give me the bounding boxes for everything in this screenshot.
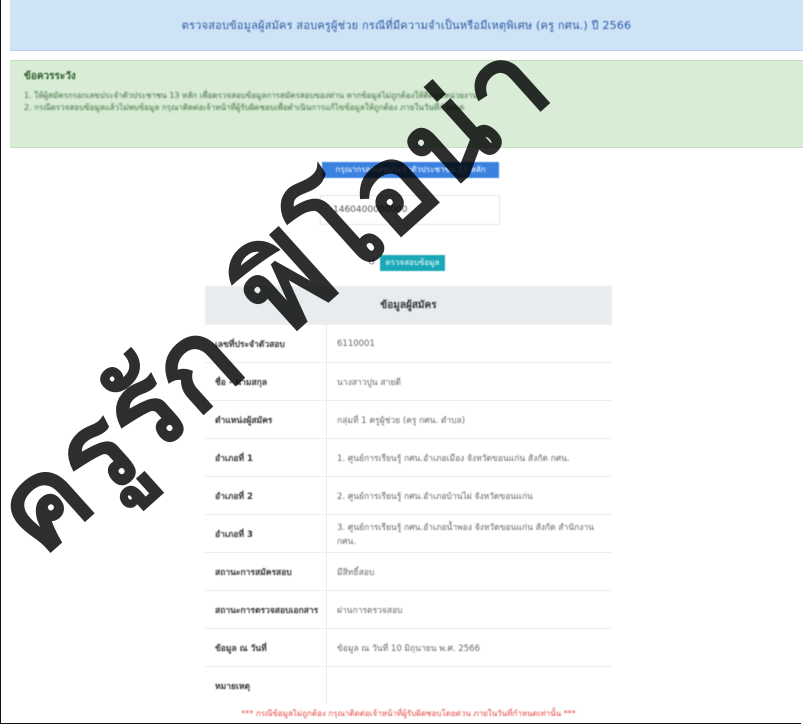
table-row: อำเภอที่ 1 1. ศูนย์การเรียนรู้ กศน.อำเภอ… xyxy=(205,438,612,477)
row-label: สถานะการตรวจสอบเอกสาร xyxy=(205,590,327,629)
row-value: ผ่านการตรวจสอบ xyxy=(326,590,612,629)
notice-panel: ข้อควรระวัง 1. ให้ผู้สมัครกรอกเลขประจำตั… xyxy=(10,60,803,148)
notice-title: ข้อควรระวัง xyxy=(24,71,76,82)
row-value: นางสาวปูน สายดี xyxy=(326,362,612,401)
table-heading: ข้อมูลผู้สมัคร xyxy=(205,286,612,325)
page-header: ตรวจสอบข้อมูลผู้สมัคร สอบครูผู้ช่วย กรณี… xyxy=(10,0,803,51)
citizen-id-input[interactable]: 1460400000000 xyxy=(320,195,500,225)
row-value: 1. ศูนย์การเรียนรู้ กศน.อำเภอเมือง จังหว… xyxy=(326,438,612,477)
row-label: อำเภอที่ 2 xyxy=(205,476,327,515)
table-header-row: ข้อมูลผู้สมัคร xyxy=(205,286,612,325)
row-label: หมายเหตุ xyxy=(205,666,327,704)
table-row: เลขที่ประจำตัวสอบ 6110001 xyxy=(205,324,612,363)
page-title: ตรวจสอบข้อมูลผู้สมัคร สอบครูผู้ช่วย กรณี… xyxy=(181,19,632,32)
table-row: สถานะการตรวจสอบเอกสาร ผ่านการตรวจสอบ xyxy=(205,590,612,629)
table-row: ชื่อ - นามสกุล นางสาวปูน สายดี xyxy=(205,362,612,401)
row-label: ตำแหน่งผู้สมัคร xyxy=(205,400,327,439)
table-row: สถานะการสมัครสอบ มีสิทธิ์สอบ xyxy=(205,552,612,591)
row-label: อำเภอที่ 1 xyxy=(205,438,327,477)
table-row: อำเภอที่ 2 2. ศูนย์การเรียนรู้ กศน.อำเภอ… xyxy=(205,476,612,515)
notice-line: 2. กรณีตรวจสอบข้อมูลแล้วไม่พบข้อมูล กรุณ… xyxy=(24,103,465,112)
row-value: มีสิทธิ์สอบ xyxy=(326,552,612,591)
table-row: ตำแหน่งผู้สมัคร กลุ่มที่ 1 ครูผู้ช่วย (ค… xyxy=(205,400,612,439)
check-button[interactable]: ตรวจสอบข้อมูล xyxy=(379,255,446,271)
notice-line: 1. ให้ผู้สมัครกรอกเลขประจำตัวประชาชน 13 … xyxy=(24,91,478,100)
row-value: กลุ่มที่ 1 ครูผู้ช่วย (ครู กศน. ตำบล) xyxy=(326,400,612,439)
table-row: หมายเหตุ xyxy=(205,666,612,704)
id-prompt-label: กรุณากรอกเลขประจำตัวประชาชน 13 หลัก xyxy=(322,162,499,178)
row-value: 2. ศูนย์การเรียนรู้ กศน.อำเภอบ้านไผ่ จัง… xyxy=(326,476,612,515)
row-value: 3. ศูนย์การเรียนรู้ กศน.อำเภอน้ำพอง จังห… xyxy=(326,514,612,553)
row-value xyxy=(326,666,612,704)
row-label: สถานะการสมัครสอบ xyxy=(205,552,327,591)
row-value: 6110001 xyxy=(326,324,612,363)
row-label: อำเภอที่ 3 xyxy=(205,514,327,553)
search-row: ↺ ตรวจสอบข้อมูล xyxy=(368,255,446,271)
row-label: ชื่อ - นามสกุล xyxy=(205,362,327,401)
table-row: อำเภอที่ 3 3. ศูนย์การเรียนรู้ กศน.อำเภอ… xyxy=(205,514,612,553)
footnote: *** กรณีข้อมูลไม่ถูกต้อง กรุณาติดต่อเจ้า… xyxy=(241,709,576,718)
applicant-info-table: ข้อมูลผู้สมัคร เลขที่ประจำตัวสอบ 6110001… xyxy=(205,286,612,704)
row-label: เลขที่ประจำตัวสอบ xyxy=(205,324,327,363)
row-value: ข้อมูล ณ วันที่ 10 มิถุนายน พ.ศ. 2566 xyxy=(326,628,612,667)
reset-icon[interactable]: ↺ xyxy=(368,258,376,268)
table-row: ข้อมูล ณ วันที่ ข้อมูล ณ วันที่ 10 มิถุน… xyxy=(205,628,612,667)
row-label: ข้อมูล ณ วันที่ xyxy=(205,628,327,667)
